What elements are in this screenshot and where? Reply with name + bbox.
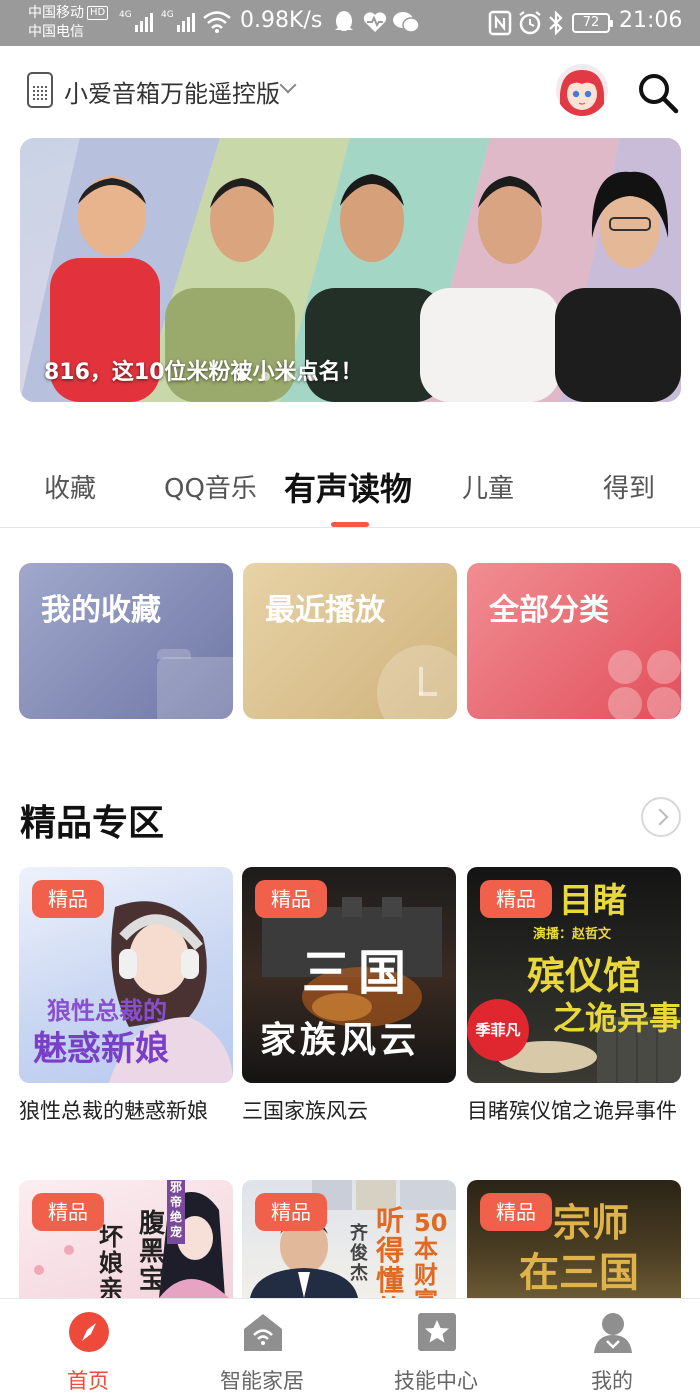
pagination-dot[interactable] (284, 372, 293, 381)
cover-stamp: 季菲凡 (467, 999, 529, 1061)
wechat-icon (393, 12, 420, 33)
user-icon (594, 1313, 632, 1353)
device-selector[interactable]: 小爱音箱万能遥控版 (64, 74, 280, 109)
chevron-down-icon[interactable] (279, 76, 297, 94)
tab-favorites[interactable]: 收藏 (44, 468, 96, 505)
book-cover[interactable]: 腹黑宝 坏娘亲 邪帝绝宠 精品 (19, 1180, 233, 1298)
home-wifi-icon (244, 1314, 282, 1351)
cover-title: 坏娘亲 (99, 1223, 123, 1298)
book-cover[interactable]: 三国 家族风云 精品 (242, 867, 456, 1083)
wifi-icon (203, 11, 231, 33)
cover-title: 家族风云 (260, 1020, 421, 1061)
cover-title: 魅惑新娘 (33, 1029, 169, 1069)
speaker-icon (27, 72, 53, 108)
cover-subtitle: 邪帝绝宠 (167, 1180, 185, 1244)
signal-icon: 4G (161, 10, 195, 32)
cover-title: 听得懂的 (376, 1204, 405, 1299)
cover-title: 之诡异事件 (553, 999, 681, 1037)
cover-narrator: 演播：赵哲文 (533, 927, 612, 942)
compass-icon (69, 1312, 109, 1352)
cover-title: 50本财富 (414, 1209, 448, 1298)
book-item[interactable]: 宗师 在三国 精品 (467, 1180, 681, 1298)
pagination-dot[interactable] (307, 372, 316, 381)
nav-profile[interactable]: 我的 (552, 1299, 672, 1400)
pagination-dot[interactable] (261, 372, 270, 381)
cover-title: 殡仪馆 (527, 954, 642, 998)
star-box-icon (418, 1313, 456, 1351)
pagination-dot[interactable] (238, 372, 247, 381)
all-categories-card[interactable]: 全部分类 (467, 563, 681, 719)
banner-pagination (238, 372, 316, 381)
book-cover[interactable]: 宗师 在三国 精品 (467, 1180, 681, 1298)
qq-icon (335, 11, 353, 31)
nav-label: 技能中心 (394, 1369, 478, 1393)
cover-title: 在三国 (519, 1250, 639, 1296)
book-item[interactable]: 齐俊杰 听得懂的 50本财富 精品 (242, 1180, 456, 1298)
clock-icon (377, 645, 457, 719)
card-label: 最近播放 (265, 593, 385, 628)
bottom-navigation: 首页 智能家居 技能中心 我的 (0, 1298, 700, 1400)
card-label: 全部分类 (489, 593, 609, 628)
tab-children[interactable]: 儿童 (462, 468, 514, 505)
nav-skill-center[interactable]: 技能中心 (376, 1299, 496, 1400)
nav-label: 智能家居 (220, 1369, 304, 1393)
book-item[interactable]: 狼性总裁的 魅惑新娘 精品 狼性总裁的魅惑新娘 (19, 867, 233, 1127)
carrier1-name: 中国移动 (28, 5, 84, 21)
premium-badge: 精品 (32, 880, 104, 918)
tab-dedao[interactable]: 得到 (603, 468, 655, 505)
avatar[interactable] (556, 64, 608, 116)
alarm-icon (519, 11, 541, 35)
book-item[interactable]: 腹黑宝 坏娘亲 邪帝绝宠 精品 (19, 1180, 233, 1298)
banner-caption: 816，这10位米粉被小米点名！ (44, 360, 363, 385)
book-cover[interactable]: 狼性总裁的 魅惑新娘 精品 (19, 867, 233, 1083)
premium-badge: 精品 (32, 1193, 104, 1231)
nav-home[interactable]: 首页 (28, 1299, 148, 1400)
nav-label: 首页 (67, 1369, 109, 1393)
premium-badge: 精品 (255, 880, 327, 918)
search-icon[interactable] (636, 71, 680, 115)
recently-played-card[interactable]: 最近播放 (243, 563, 457, 719)
nav-smart-home[interactable]: 智能家居 (202, 1299, 322, 1400)
tab-qq-music[interactable]: QQ音乐 (164, 468, 257, 505)
app-header: 小爱音箱万能遥控版 (0, 46, 700, 136)
folder-icon (157, 649, 233, 719)
network-speed: 0.98K/s (240, 8, 323, 33)
premium-badge: 精品 (480, 880, 552, 918)
tab-audiobooks[interactable]: 有声读物 (284, 464, 412, 510)
cover-title: 三国 (302, 945, 415, 1001)
card-label: 我的收藏 (41, 593, 161, 628)
premium-badge: 精品 (480, 1193, 552, 1231)
cover-author: 齐俊杰 (350, 1223, 368, 1284)
section-title: 精品专区 (20, 803, 165, 844)
book-item[interactable]: 三国 家族风云 精品 三国家族风云 (242, 867, 456, 1127)
cover-title: 目睹 (559, 881, 627, 921)
premium-badge: 精品 (255, 1193, 327, 1231)
category-tabs: 收藏 QQ音乐 有声读物 儿童 得到 (0, 460, 700, 528)
clock: 21:06 (619, 8, 683, 33)
signal-icon: 4G (119, 10, 153, 32)
cover-title: 宗师 (553, 1201, 630, 1245)
bluetooth-icon (549, 10, 563, 36)
nfc-icon (488, 10, 512, 36)
nav-label: 我的 (591, 1369, 633, 1393)
status-bar: 中国移动 HD 中国电信 4G 4G 0.98K/s 72 21:06 (0, 0, 700, 46)
book-title[interactable]: 目睹殡仪馆之诡异事件 (467, 1095, 681, 1127)
hd-badge: HD (87, 6, 109, 20)
book-cover[interactable]: 目睹 演播：赵哲文 殡仪馆 之诡异事件 季菲凡 精品 (467, 867, 681, 1083)
book-title[interactable]: 狼性总裁的魅惑新娘 (19, 1095, 233, 1127)
my-favorites-card[interactable]: 我的收藏 (19, 563, 233, 719)
book-cover[interactable]: 齐俊杰 听得懂的 50本财富 精品 (242, 1180, 456, 1298)
chevron-right-icon[interactable] (641, 797, 681, 837)
tab-indicator (331, 522, 369, 527)
book-item[interactable]: 目睹 演播：赵哲文 殡仪馆 之诡异事件 季菲凡 精品 目睹殡仪馆之诡异事件 (467, 867, 681, 1127)
health-heart-icon (363, 12, 387, 32)
battery-icon: 72 (572, 13, 613, 33)
cover-title: 腹黑宝 (139, 1209, 166, 1295)
carrier2-name: 中国电信 (28, 24, 84, 40)
carrier-info: 中国移动 HD 中国电信 (28, 4, 109, 42)
book-title[interactable]: 三国家族风云 (242, 1095, 456, 1127)
